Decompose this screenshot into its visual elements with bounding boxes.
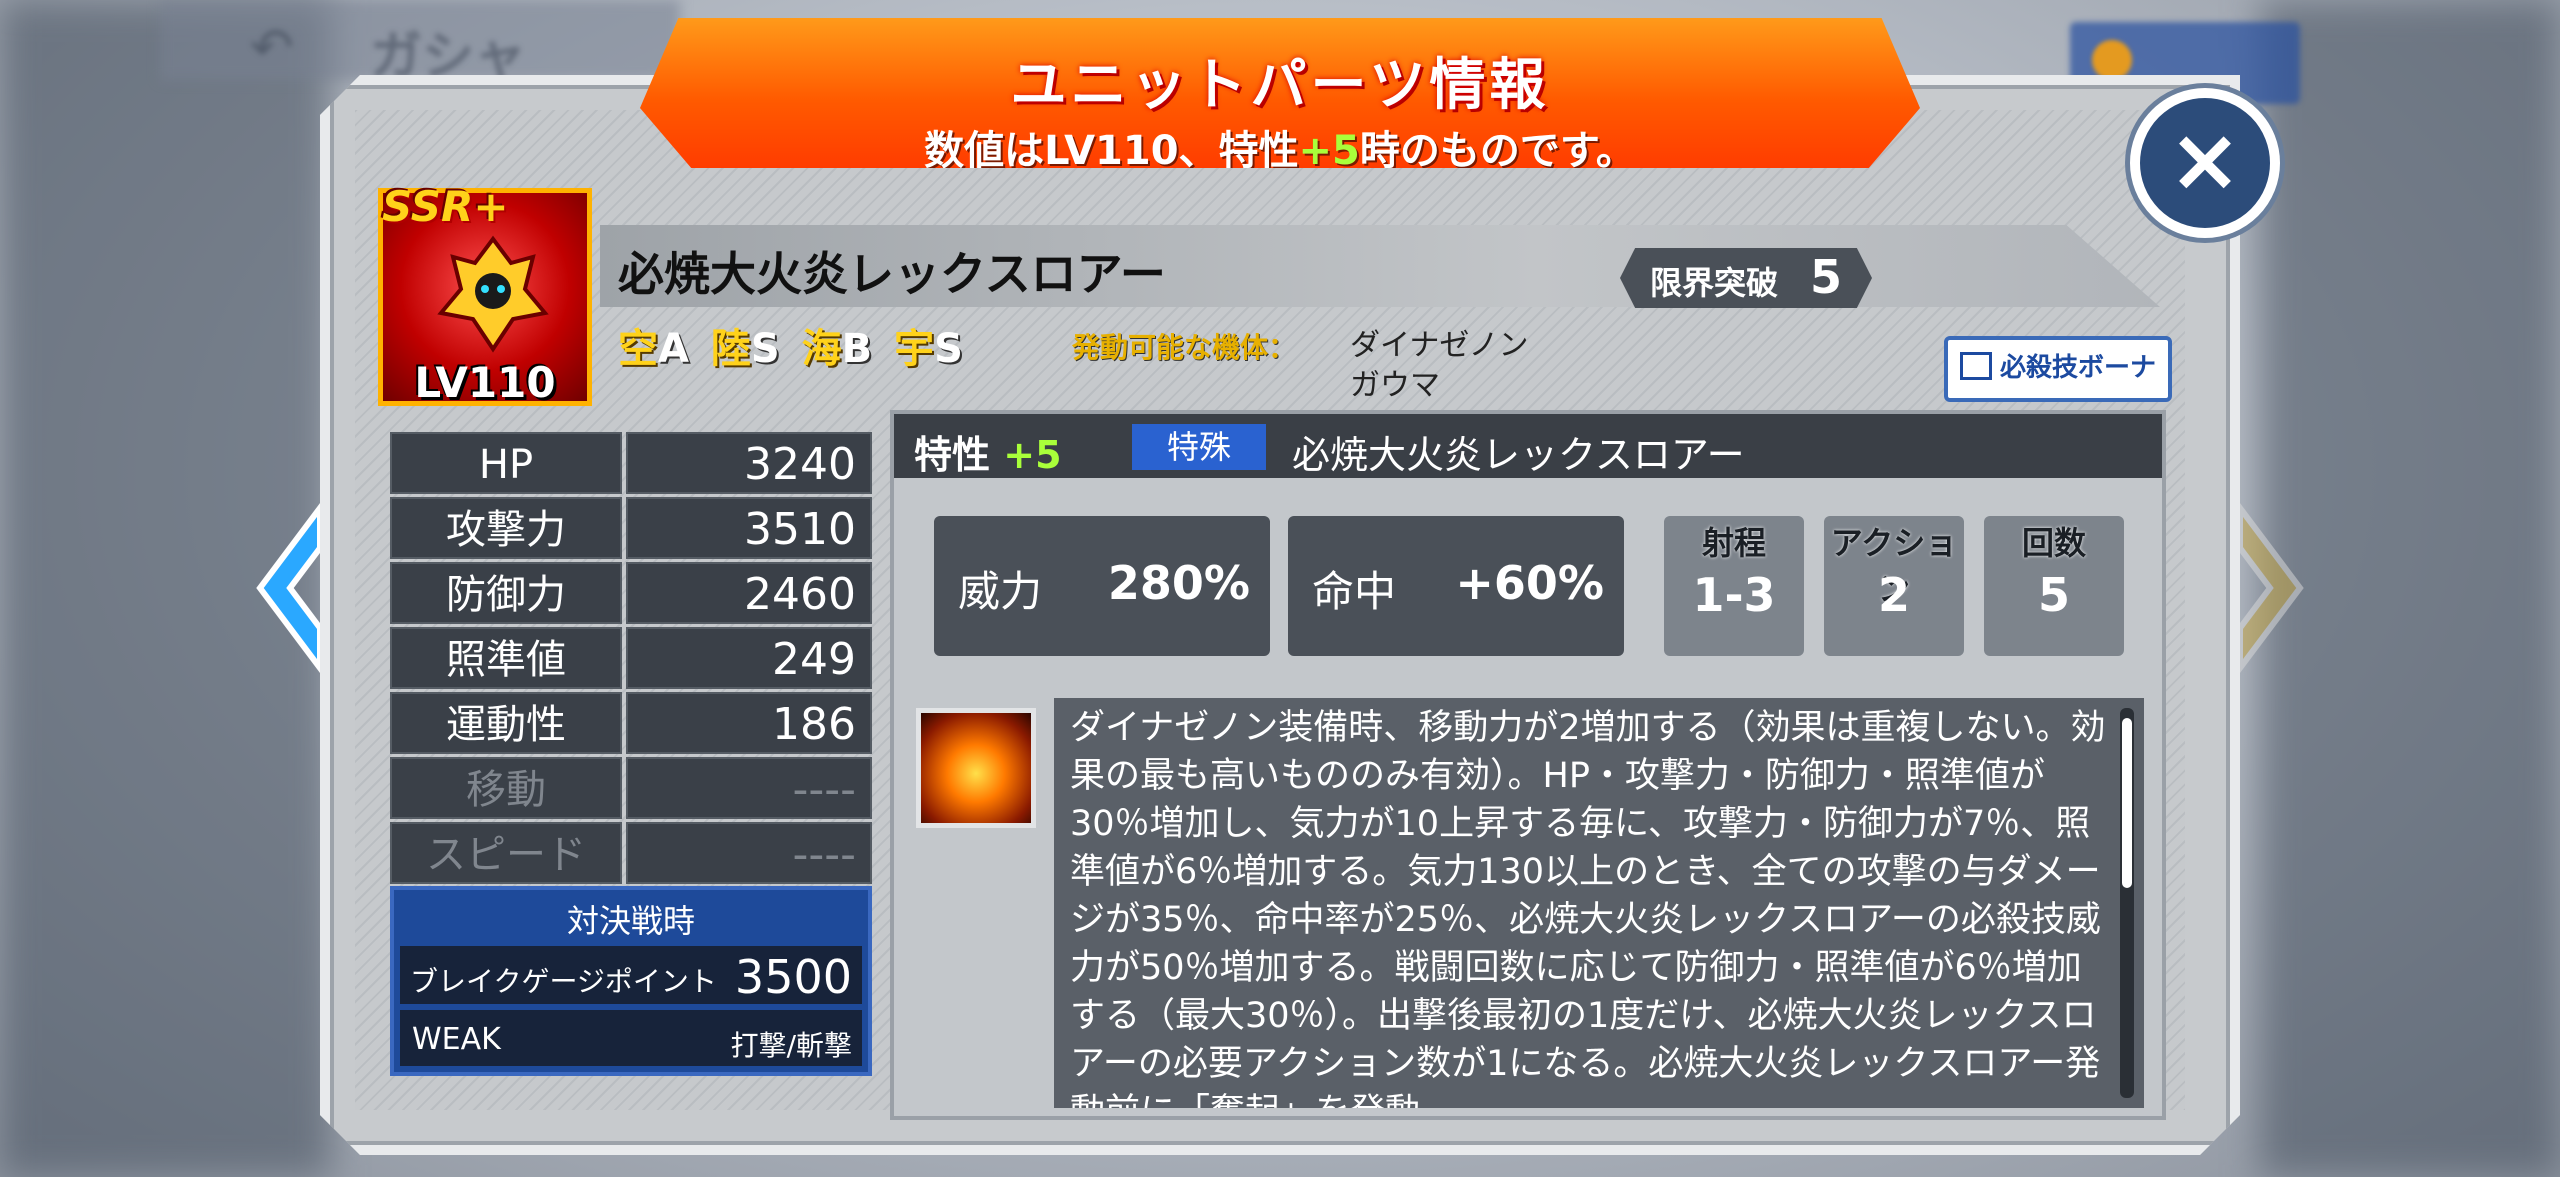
rarity-badge: SSR+	[382, 182, 509, 231]
count-label: 回数	[2021, 524, 2086, 562]
trait-level: 特性 +5	[914, 433, 1062, 477]
skill-type-tag: 特殊	[1132, 424, 1266, 470]
close-button[interactable]: ×	[2130, 88, 2280, 238]
stat-row: HP 3240	[390, 432, 872, 494]
description-box[interactable]: ダイナゼノン装備時、移動力が2増加する（効果は重複しない。効果の最も高いもののみ…	[1054, 698, 2144, 1108]
page-title: ユニットパーツ情報	[1010, 53, 1550, 118]
break-gauge-row: ブレイクゲージポイント 3500	[400, 946, 862, 1004]
limit-break-badge: 限界突破 5	[1620, 248, 1872, 308]
skill-panel: 特性 +5 特殊 必焼大火炎レックスロアー 威力 280% 命中 +60% 射程…	[890, 410, 2166, 1120]
terrain-ratings: 空A 陸S 海B 宇S	[618, 326, 963, 372]
compatible-unit: ガウマ	[1350, 368, 1440, 403]
weakness-value: 打撃/斬撃	[730, 1029, 852, 1062]
scroll-thumb[interactable]	[2122, 718, 2132, 888]
power-value: 280%	[1107, 556, 1250, 610]
prev-arrow-icon[interactable]	[250, 498, 330, 678]
header-banner: ユニットパーツ情報 数値はLV110、特性+5時のものです。	[640, 18, 1920, 168]
back-icon[interactable]: ↶	[250, 18, 294, 78]
power-label: 威力	[958, 567, 1043, 616]
description-scrollbar[interactable]	[2120, 708, 2134, 1098]
accuracy-box: 命中 +60%	[1288, 516, 1624, 656]
next-arrow-icon[interactable]	[2230, 498, 2310, 678]
weakness-label: WEAK	[412, 1022, 501, 1057]
unit-name: 必焼大火炎レックスロアー	[618, 247, 1166, 301]
accuracy-value: +60%	[1455, 556, 1604, 610]
break-gauge-label: ブレイクゲージポイント	[410, 965, 717, 998]
special-bonus-button[interactable]: 必殺技ボーナス	[1944, 336, 2172, 439]
action-box: アクション 2	[1824, 516, 1964, 656]
stat-row: 運動性 186	[390, 692, 872, 754]
break-gauge-value: 3500	[734, 950, 852, 1004]
battle-panel: 対決戦時 ブレイクゲージポイント 3500 WEAK 打撃/斬撃	[390, 886, 872, 1076]
skill-name: 必焼大火炎レックスロアー	[1292, 433, 1745, 477]
battle-title: 対決戦時	[566, 902, 695, 940]
count-value: 5	[2037, 568, 2070, 622]
limit-break-value: 5	[1810, 250, 1843, 304]
compatible-unit: ダイナゼノン	[1350, 328, 1529, 363]
limit-break-label: 限界突破	[1650, 264, 1779, 302]
range-label: 射程	[1701, 524, 1766, 562]
accuracy-label: 命中	[1312, 567, 1397, 616]
coin-icon	[2092, 40, 2132, 80]
skill-effect-icon	[916, 708, 1036, 828]
range-value: 1-3	[1692, 568, 1776, 622]
count-box: 回数 5	[1984, 516, 2124, 656]
stat-row: 攻撃力 3510	[390, 497, 872, 559]
stat-row: 移動 ----	[390, 757, 872, 819]
stats-table: HP 3240 攻撃力 3510 防御力 2460 照準値 249 運動性 186 移動 -…	[390, 432, 872, 887]
level-label: LV110	[414, 358, 556, 407]
skill-header: 特性 +5 特殊 必焼大火炎レックスロアー	[894, 414, 2162, 478]
stat-row: 照準値 249	[390, 627, 872, 689]
range-box: 射程 1-3	[1664, 516, 1804, 656]
skill-body: 威力 280% 命中 +60% 射程 1-3 アクション 2 回数 5 ダイナゼ…	[894, 478, 2162, 1116]
weakness-row: WEAK 打撃/斬撃	[400, 1010, 862, 1066]
stat-row: 防御力 2460	[390, 562, 872, 624]
stat-row: スピード ----	[390, 822, 872, 884]
robot-icon	[437, 235, 549, 353]
skill-description: ダイナゼノン装備時、移動力が2増加する（効果は重複しない。効果の最も高いもののみ…	[1070, 708, 2106, 1108]
window-icon	[1959, 352, 1992, 380]
power-box: 威力 280%	[934, 516, 1270, 656]
page-subtitle: 数値はLV110、特性+5時のものです。	[924, 128, 1636, 174]
compatible-units-label: 発動可能な機体：	[1072, 331, 1297, 364]
action-value: 2	[1877, 568, 1910, 622]
